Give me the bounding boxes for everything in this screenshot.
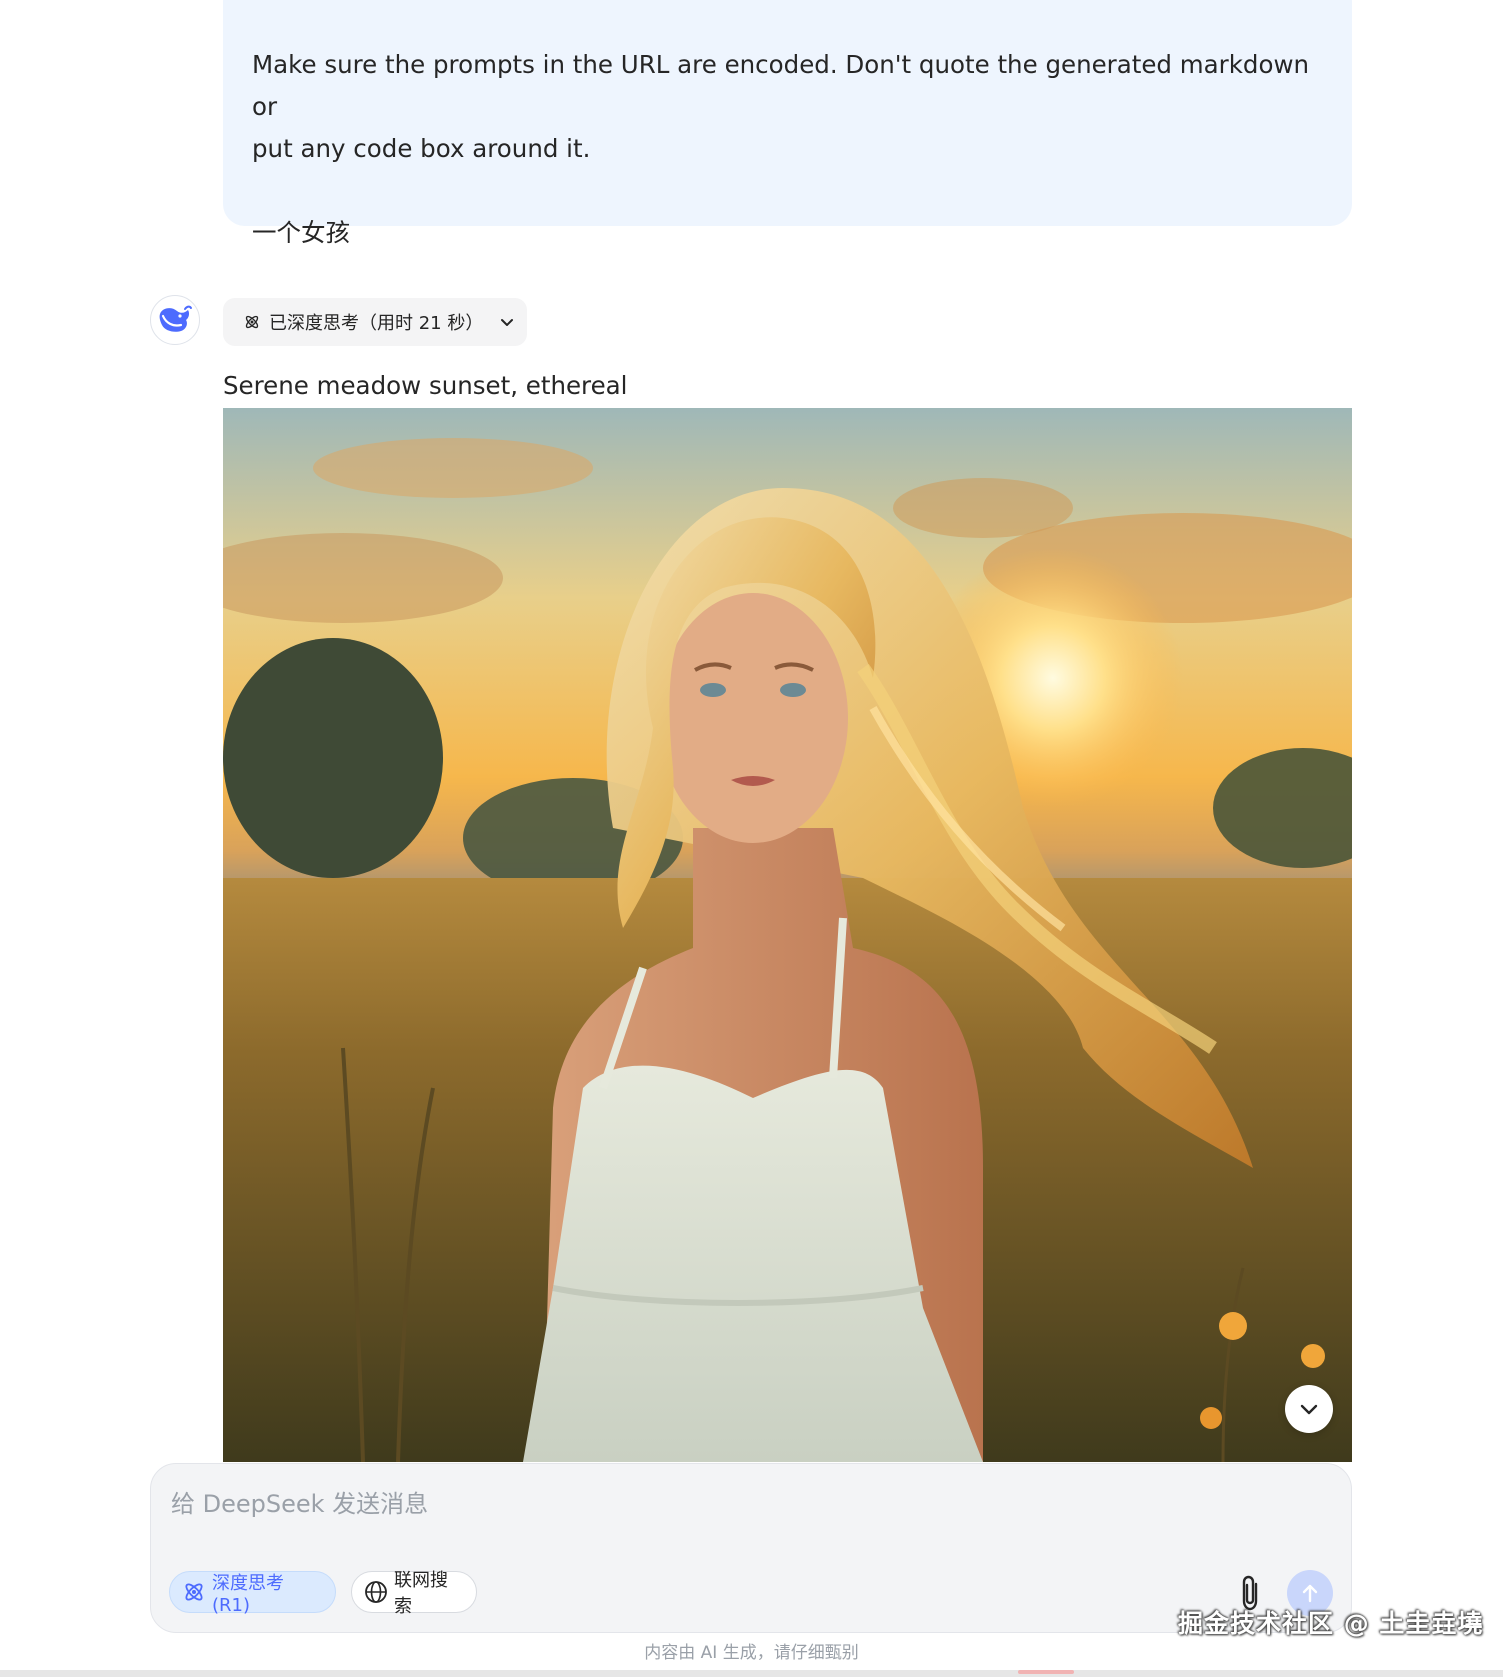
atom-icon xyxy=(243,313,261,331)
deep-think-toggle[interactable]: 深度思考 (R1) xyxy=(169,1571,336,1616)
user-message-line: Make sure the prompts in the URL are enc… xyxy=(252,50,1310,121)
message-composer[interactable]: 给 DeepSeek 发送消息 深度思考 (R1) 联网搜索 xyxy=(150,1463,1352,1633)
thinking-label: 已深度思考（用时 21 秒） xyxy=(269,313,484,334)
bottom-divider xyxy=(0,1670,1503,1677)
watermark: 掘金技术社区 @ 土圭垚墝 xyxy=(1178,1609,1484,1638)
deep-think-label: 深度思考 (R1) xyxy=(212,1572,284,1616)
generated-image[interactable] xyxy=(223,408,1352,1462)
ai-disclaimer: 内容由 AI 生成，请仔细甄别 xyxy=(644,1643,859,1663)
deepseek-whale-icon xyxy=(159,305,192,332)
user-message-line: 一个女孩 xyxy=(252,218,350,247)
thinking-toggle[interactable]: 已深度思考（用时 21 秒） xyxy=(223,298,527,346)
globe-icon xyxy=(364,1580,388,1604)
user-message-line: put any code box around it. xyxy=(252,134,591,163)
web-search-label: 联网搜索 xyxy=(394,1570,448,1617)
bottom-divider-mark xyxy=(1018,1670,1074,1674)
arrow-up-icon xyxy=(1302,1584,1318,1603)
scroll-to-bottom-button[interactable] xyxy=(1285,1385,1333,1433)
message-input-placeholder[interactable]: 给 DeepSeek 发送消息 xyxy=(171,1484,428,1519)
answer-text: Serene meadow sunset, ethereal xyxy=(223,371,628,400)
atom-icon xyxy=(182,1580,206,1604)
assistant-avatar xyxy=(150,295,200,345)
chevron-down-icon xyxy=(1300,1404,1318,1415)
user-message-bubble: Make sure the prompts in the URL are enc… xyxy=(223,0,1352,247)
web-search-toggle[interactable]: 联网搜索 xyxy=(351,1570,477,1617)
chevron-down-icon xyxy=(499,314,515,330)
